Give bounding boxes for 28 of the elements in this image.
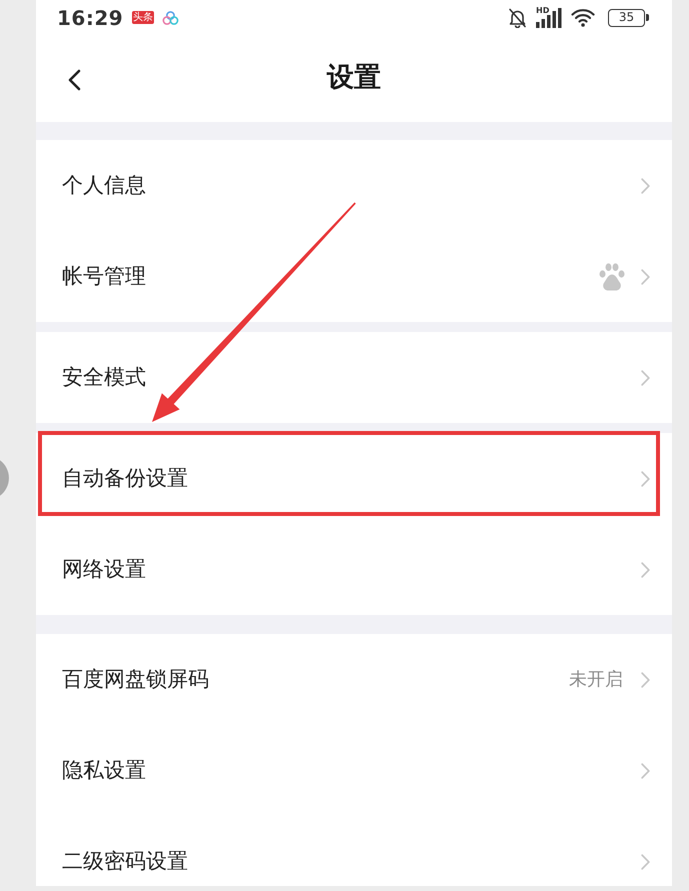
settings-item[interactable]: 帐号管理 xyxy=(36,231,672,322)
chevron-right-icon xyxy=(641,672,650,688)
chevron-right-icon xyxy=(641,762,650,778)
settings-item[interactable]: 隐私设置 xyxy=(36,725,672,816)
settings-item[interactable]: 二级密码设置 xyxy=(36,816,672,886)
chevron-right-icon xyxy=(641,470,650,486)
back-icon[interactable] xyxy=(68,69,81,91)
app-notification-tag: 头条 xyxy=(132,11,154,24)
status-time: 16:29 xyxy=(57,4,124,32)
settings-item[interactable]: 网络设置 xyxy=(36,524,672,615)
chevron-right-icon xyxy=(641,370,650,386)
wifi-icon xyxy=(571,8,595,27)
page-title: 设置 xyxy=(327,61,381,96)
battery-indicator: 35 xyxy=(608,8,650,26)
rings-icon xyxy=(162,10,180,24)
settings-item[interactable]: 安全模式 xyxy=(36,332,672,423)
chevron-right-icon xyxy=(641,562,650,578)
settings-item[interactable]: 百度网盘锁屏码 未开启 xyxy=(36,634,672,725)
settings-item[interactable]: 个人信息 xyxy=(36,140,672,231)
setting-value: 未开启 xyxy=(569,668,623,692)
chevron-right-icon xyxy=(641,854,650,870)
signal-icon xyxy=(536,8,562,28)
chevron-right-icon xyxy=(641,268,650,284)
settings-item[interactable]: 自动备份设置 xyxy=(36,433,672,524)
chevron-right-icon xyxy=(641,178,650,194)
bell-muted-icon xyxy=(508,8,527,28)
paw-icon xyxy=(599,262,625,290)
network-type-label: HD xyxy=(536,6,550,14)
